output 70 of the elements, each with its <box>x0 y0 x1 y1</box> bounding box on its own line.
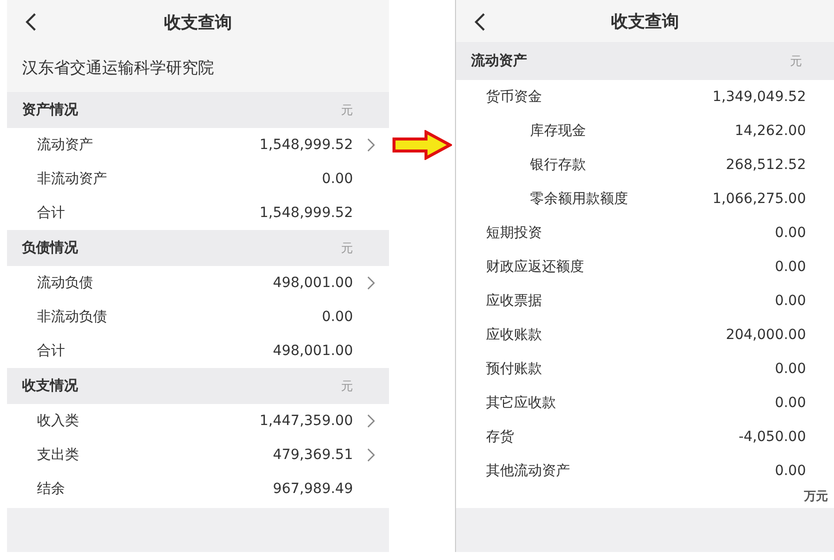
row-label: 非流动资产 <box>37 170 108 188</box>
back-icon[interactable] <box>474 12 486 32</box>
row-label: 货币资金 <box>486 88 543 106</box>
page-title: 收支查询 <box>611 10 679 32</box>
row-value: 1,548,999.52 <box>259 137 353 153</box>
list-row[interactable]: 合计 1,548,999.52 <box>7 196 389 230</box>
row-value: 14,262.00 <box>734 123 806 139</box>
row-value: 498,001.00 <box>272 275 353 291</box>
list-row[interactable]: 支出类 479,369.51 <box>7 438 389 472</box>
row-label: 非流动负债 <box>37 308 108 326</box>
row-value: 1,066,275.00 <box>712 191 806 207</box>
row-value: 0.00 <box>774 225 806 241</box>
row-value: 1,548,999.52 <box>259 205 353 221</box>
row-label: 合计 <box>37 204 66 222</box>
arrow-icon <box>392 130 452 160</box>
row-value: 204,000.00 <box>726 327 806 343</box>
row-label: 收入类 <box>37 412 80 430</box>
list-row[interactable]: 流动负债 498,001.00 <box>7 266 389 300</box>
row-label: 应收账款 <box>486 326 543 344</box>
row-value: 0.00 <box>322 171 353 187</box>
row-label: 库存现金 <box>530 122 587 140</box>
row-label: 流动资产 <box>37 136 94 154</box>
row-label: 预付账款 <box>486 360 543 378</box>
chevron-icon <box>367 276 375 290</box>
unit-label: 万元 <box>804 488 828 505</box>
row-value: 0.00 <box>774 293 806 309</box>
row-value: 0.00 <box>774 395 806 411</box>
chevron-icon <box>367 138 375 152</box>
section-title: 收支情况 <box>22 377 78 395</box>
chevron-icon <box>367 414 375 428</box>
chevron-icon <box>367 448 375 462</box>
row-value: 967,989.49 <box>272 481 353 497</box>
unit-label: 元 <box>341 378 353 394</box>
row-value: 0.00 <box>774 361 806 377</box>
row-label: 财政应返还额度 <box>486 258 585 276</box>
back-icon[interactable] <box>25 12 37 32</box>
section-title: 负债情况 <box>22 239 78 257</box>
unit-label: 元 <box>341 102 353 118</box>
list-row[interactable]: 结余 967,989.49 <box>7 472 389 506</box>
row-label: 流动负债 <box>37 274 94 292</box>
row-value: 1,349,049.52 <box>712 89 806 105</box>
row-value: 0.00 <box>322 309 353 325</box>
list-row[interactable]: 流动资产 1,548,999.52 <box>7 128 389 162</box>
unit-label: 元 <box>341 240 353 256</box>
page-title: 收支查询 <box>164 12 232 34</box>
row-value: 0.00 <box>774 463 806 479</box>
row-label: 银行存款 <box>530 156 587 174</box>
row-label: 其他流动资产 <box>486 462 571 480</box>
row-value: 498,001.00 <box>272 343 353 359</box>
section-title: 资产情况 <box>22 101 78 119</box>
row-value: 0.00 <box>774 259 806 275</box>
row-label: 合计 <box>37 342 66 360</box>
section-title: 流动资产 <box>471 52 527 70</box>
list-row[interactable]: 非流动负债 0.00 <box>7 300 389 334</box>
row-label: 存货 <box>486 428 515 446</box>
organization-name: 汉东省交通运输科学研究院 <box>22 58 214 79</box>
row-value: 479,369.51 <box>272 447 353 463</box>
row-value: 1,447,359.00 <box>259 413 353 429</box>
list-row[interactable]: 非流动资产 0.00 <box>7 162 389 196</box>
row-label: 短期投资 <box>486 224 543 242</box>
row-label: 结余 <box>37 480 66 498</box>
row-value: -4,050.00 <box>738 429 806 445</box>
row-label: 零余额用款额度 <box>530 190 629 208</box>
row-value: 268,512.52 <box>726 157 806 173</box>
row-label: 应收票据 <box>486 292 543 310</box>
list-row[interactable]: 合计 498,001.00 <box>7 334 389 368</box>
list-row[interactable]: 收入类 1,447,359.00 <box>7 404 389 438</box>
row-label: 支出类 <box>37 446 80 464</box>
row-label: 其它应收款 <box>486 394 557 412</box>
unit-label: 元 <box>790 52 802 70</box>
